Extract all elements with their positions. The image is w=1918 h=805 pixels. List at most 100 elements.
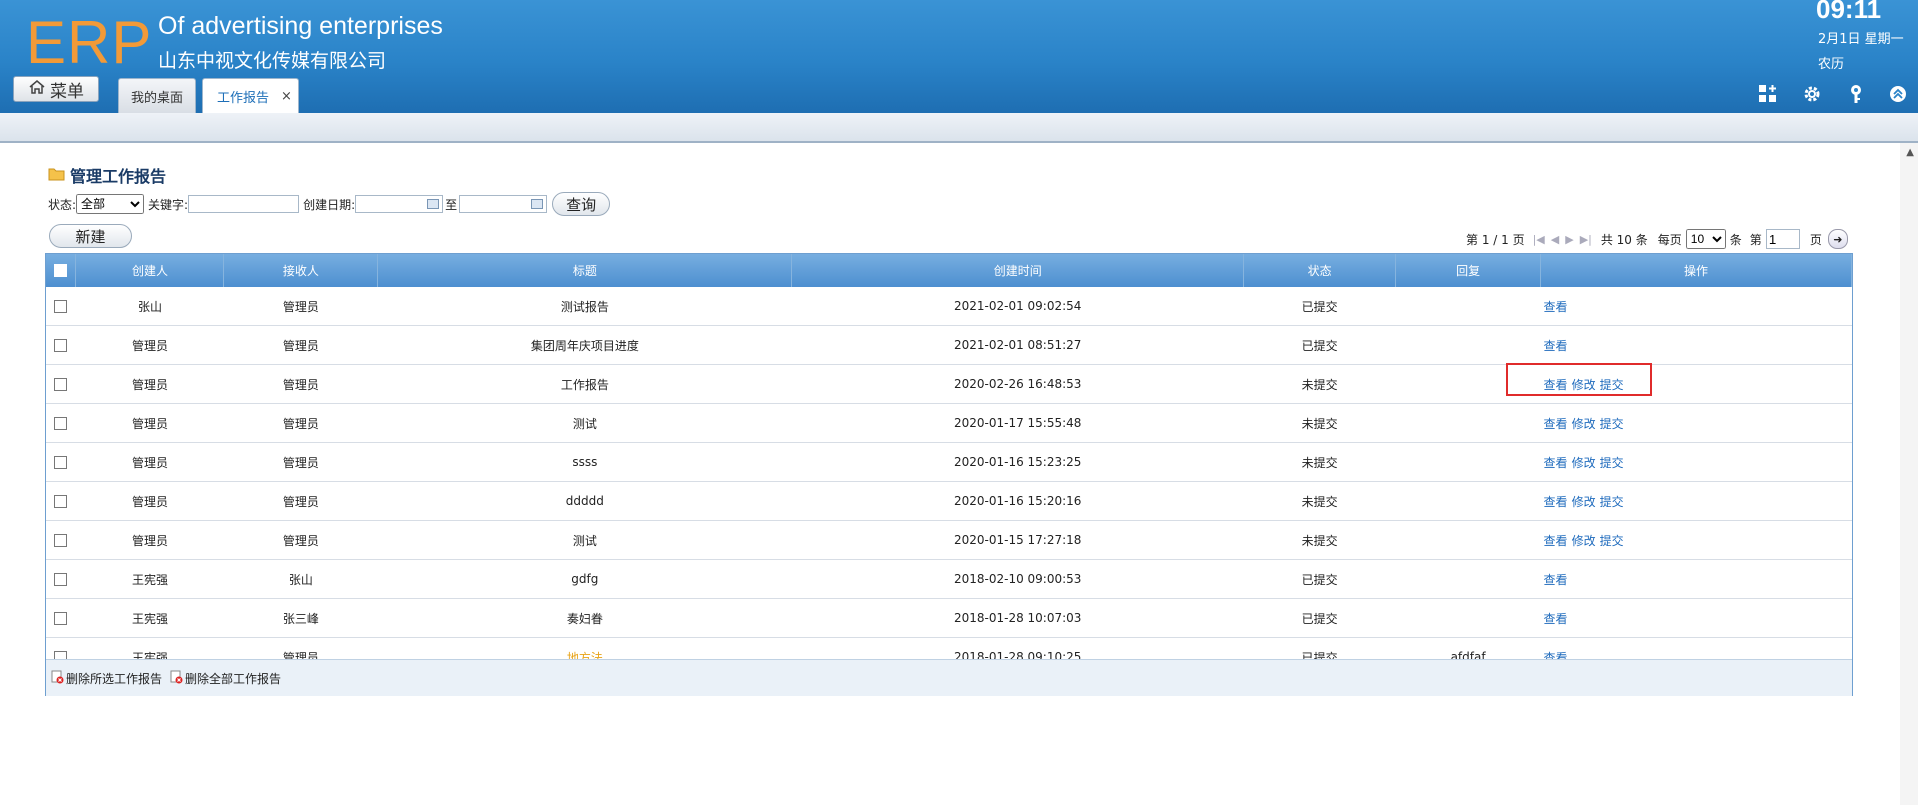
go-arrow-icon[interactable]: ➜ <box>1827 229 1848 249</box>
status-cell: 未提交 <box>1243 481 1396 521</box>
created-time-cell: 2018-02-10 09:00:53 <box>791 559 1244 599</box>
page-number-input[interactable] <box>1765 229 1800 249</box>
select-cell[interactable] <box>46 325 76 365</box>
vertical-scrollbar[interactable] <box>1900 143 1918 805</box>
edit-link[interactable]: 修改 <box>1572 378 1596 392</box>
reply-cell <box>1395 442 1541 482</box>
select-all-header[interactable] <box>46 254 77 287</box>
select-all-checkbox[interactable] <box>54 264 68 277</box>
table-row: 管理员 管理员 集团周年庆项目进度 2021-02-01 08:51:27 已提交 查看 <box>46 325 1852 365</box>
reply-cell <box>1395 287 1541 326</box>
row-checkbox[interactable] <box>54 338 68 352</box>
query-button[interactable]: 查询 <box>552 192 611 216</box>
table-row: 管理员 管理员 测试 2020-01-15 17:27:18 未提交 查看 修改 提交 <box>46 520 1852 560</box>
edit-link[interactable]: 修改 <box>1572 417 1596 431</box>
row-checkbox[interactable] <box>54 377 68 391</box>
actions-cell: 查看 <box>1540 598 1852 638</box>
home-icon <box>28 79 50 100</box>
next-page-icon[interactable]: ▶ <box>1565 233 1573 246</box>
new-report-button[interactable]: 新建 <box>49 224 132 248</box>
select-cell[interactable] <box>46 481 76 521</box>
title-cell: ssss <box>377 442 792 482</box>
view-link[interactable]: 查看 <box>1544 534 1568 548</box>
view-link[interactable]: 查看 <box>1544 417 1568 431</box>
creator-cell: 张山 <box>75 287 224 326</box>
edit-link[interactable]: 修改 <box>1572 534 1596 548</box>
start-date-input[interactable] <box>355 195 444 213</box>
submit-link[interactable]: 提交 <box>1600 495 1624 509</box>
date-to-label: 至 <box>445 197 458 212</box>
title-cell: 集团周年庆项目进度 <box>377 325 792 365</box>
edit-link[interactable]: 修改 <box>1572 495 1596 509</box>
company-name-en: Of advertising enterprises <box>158 12 443 40</box>
receiver-cell: 张山 <box>223 559 378 599</box>
delete-selected-button[interactable]: 删除所选工作报告 <box>51 670 162 687</box>
select-cell[interactable] <box>46 287 76 326</box>
creator-cell: 管理员 <box>75 481 224 521</box>
select-cell[interactable] <box>46 520 76 560</box>
per-page-select[interactable]: 10 <box>1685 229 1726 249</box>
prev-page-icon[interactable]: ◀ <box>1551 233 1559 246</box>
gear-icon[interactable] <box>1800 82 1824 106</box>
row-checkbox[interactable] <box>54 455 68 469</box>
status-cell: 未提交 <box>1243 403 1396 443</box>
key-icon[interactable] <box>1844 82 1868 106</box>
grid-add-icon[interactable] <box>1756 82 1780 106</box>
calendar-icon[interactable] <box>531 199 544 209</box>
row-checkbox[interactable] <box>54 416 68 430</box>
delete-icon <box>170 670 185 687</box>
receiver-cell: 管理员 <box>223 325 378 365</box>
clock-lunar[interactable]: 农历 <box>1818 53 1844 72</box>
reply-cell <box>1395 403 1541 443</box>
select-cell[interactable] <box>46 598 76 638</box>
select-cell[interactable] <box>46 364 76 404</box>
row-checkbox[interactable] <box>54 611 68 625</box>
view-link[interactable]: 查看 <box>1544 612 1568 626</box>
column-header: 创建人 <box>75 254 225 287</box>
status-cell: 未提交 <box>1243 364 1396 404</box>
row-checkbox[interactable] <box>54 572 68 586</box>
actions-cell: 查看 修改 提交 <box>1540 481 1852 521</box>
submit-link[interactable]: 提交 <box>1600 417 1624 431</box>
collapse-up-icon[interactable] <box>1886 82 1910 106</box>
table-row: 王宪强 张山 gdfg 2018-02-10 09:00:53 已提交 查看 <box>46 559 1852 599</box>
last-page-icon[interactable]: ▶| <box>1580 233 1592 246</box>
view-link[interactable]: 查看 <box>1544 339 1568 353</box>
title-cell: gdfg <box>377 559 792 599</box>
created-time-cell: 2018-01-28 10:07:03 <box>791 598 1244 638</box>
reply-cell <box>1395 598 1541 638</box>
view-link[interactable]: 查看 <box>1544 378 1568 392</box>
view-link[interactable]: 查看 <box>1544 495 1568 509</box>
row-checkbox[interactable] <box>54 494 68 508</box>
submit-link[interactable]: 提交 <box>1600 534 1624 548</box>
row-checkbox[interactable] <box>54 533 68 547</box>
view-link[interactable]: 查看 <box>1544 300 1568 314</box>
delete-all-button[interactable]: 删除全部工作报告 <box>170 670 281 687</box>
title-cell: 测试 <box>377 520 792 560</box>
tab-label: 我的桌面 <box>130 90 183 106</box>
scroll-up-arrow-icon[interactable]: ▲ <box>1906 147 1914 158</box>
view-link[interactable]: 查看 <box>1544 456 1568 470</box>
calendar-icon[interactable] <box>427 199 440 209</box>
close-icon[interactable]: × <box>281 89 292 104</box>
tab-my-desktop[interactable]: 我的桌面 <box>118 78 196 113</box>
view-link[interactable]: 查看 <box>1544 573 1568 587</box>
total-count: 共 10 条 <box>1600 232 1648 247</box>
page-info: 第 1 / 1 页 <box>1466 232 1525 247</box>
tab-work-report[interactable]: 工作报告 × <box>202 78 299 113</box>
select-cell[interactable] <box>46 559 76 599</box>
submit-link[interactable]: 提交 <box>1600 378 1624 392</box>
select-cell[interactable] <box>46 442 76 482</box>
receiver-cell: 管理员 <box>223 287 378 326</box>
keyword-input[interactable] <box>188 195 300 213</box>
menu-button[interactable]: 菜单 <box>13 76 99 102</box>
submit-link[interactable]: 提交 <box>1600 456 1624 470</box>
end-date-input[interactable] <box>459 195 548 213</box>
creator-cell: 管理员 <box>75 520 224 560</box>
reply-cell <box>1395 325 1541 365</box>
first-page-icon[interactable]: |◀ <box>1533 233 1545 246</box>
status-select[interactable]: 全部 <box>76 194 145 214</box>
row-checkbox[interactable] <box>54 299 68 313</box>
edit-link[interactable]: 修改 <box>1572 456 1596 470</box>
select-cell[interactable] <box>46 403 76 443</box>
